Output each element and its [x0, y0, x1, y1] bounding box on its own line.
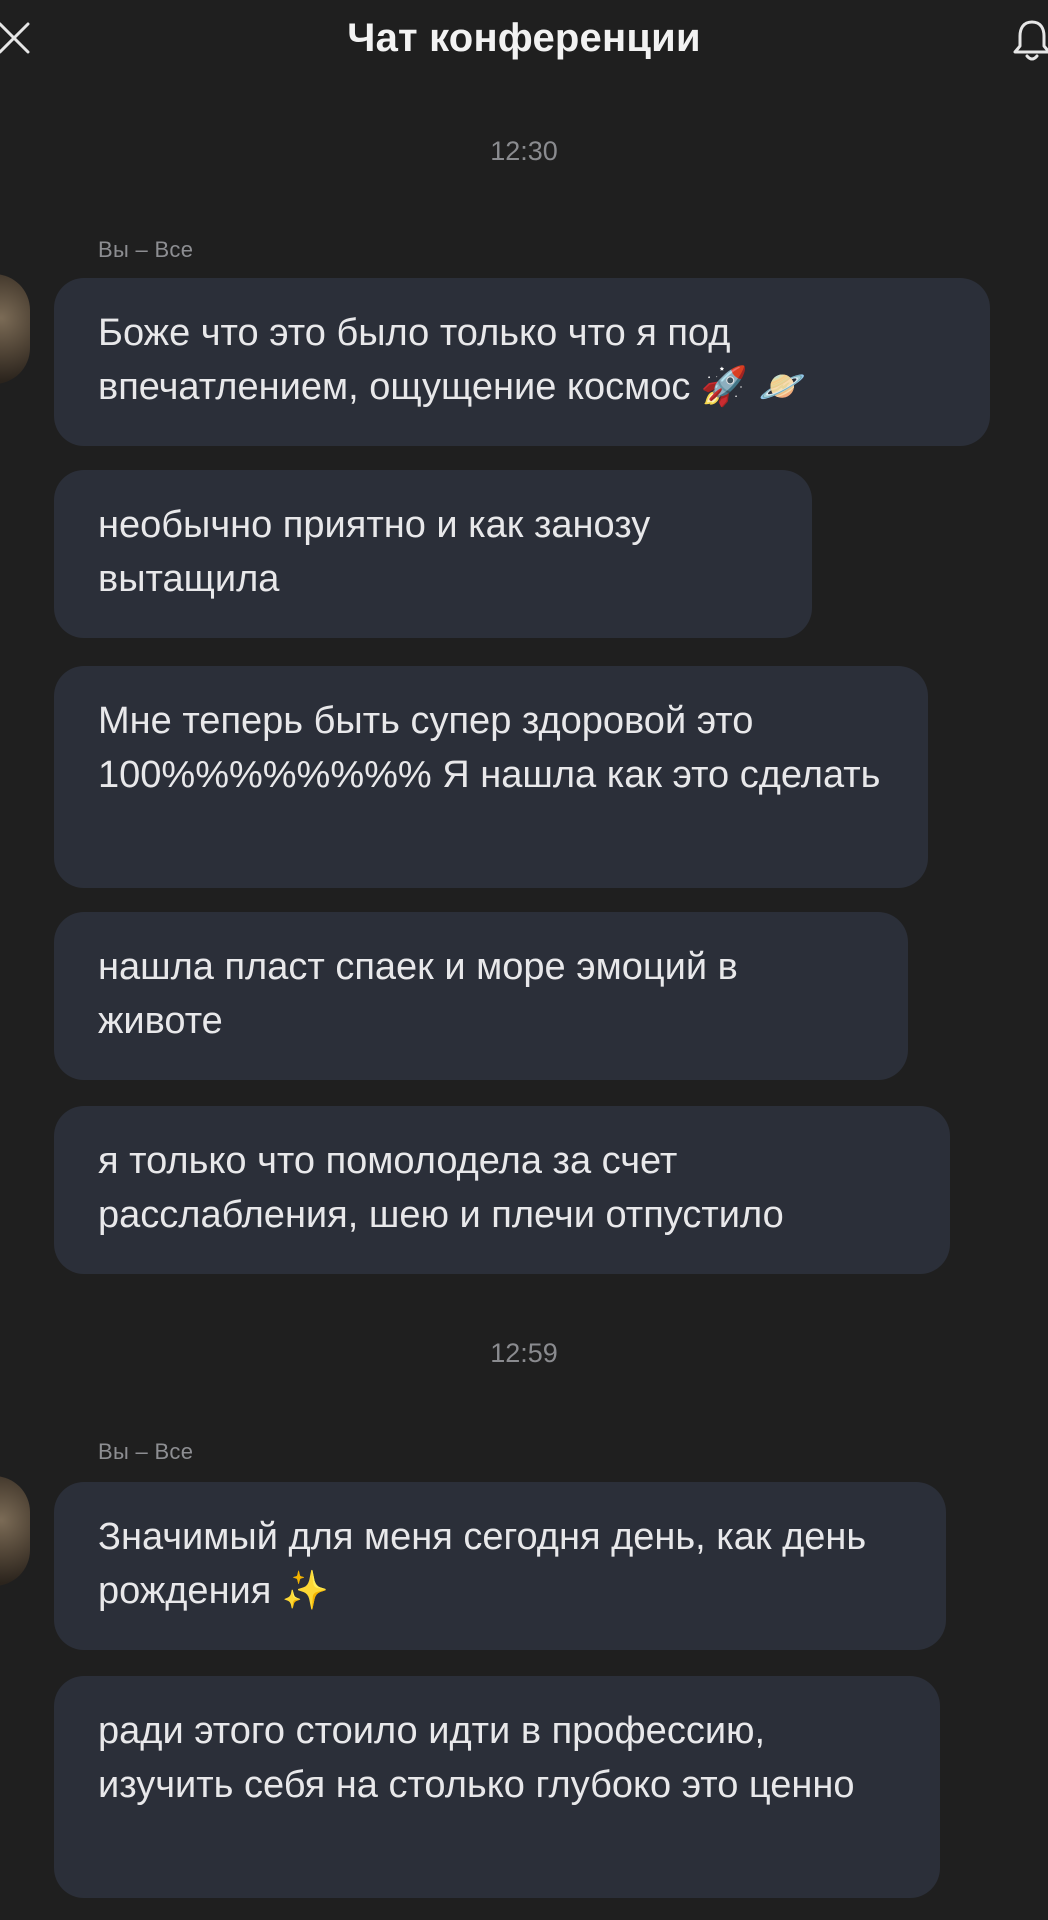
timestamp: 12:30 [490, 136, 558, 166]
message-bubble[interactable]: я только что помолодела за счет расслабл… [54, 1106, 950, 1274]
message-text: необычно приятно и как занозу вытащила [98, 504, 651, 600]
sender-label: Вы – Все [98, 1439, 194, 1464]
header: Чат конференции [0, 0, 1048, 90]
notifications-button[interactable] [1010, 16, 1048, 64]
message-bubble[interactable]: Боже что это было только что я под впеча… [54, 278, 990, 446]
bell-icon [1013, 20, 1048, 61]
message-text: Боже что это было только что я под впеча… [98, 312, 807, 408]
avatar [0, 274, 30, 384]
timestamp: 12:59 [490, 1338, 558, 1368]
sender-label: Вы – Все [98, 237, 194, 262]
message-bubble[interactable]: необычно приятно и как занозу вытащила [54, 470, 812, 638]
message-text: Мне теперь быть супер здоровой это 100%%… [98, 700, 881, 796]
message-text: нашла пласт спаек и море эмоций в животе [98, 946, 738, 1042]
message-bubble[interactable]: Значимый для меня сегодня день, как день… [54, 1482, 946, 1650]
message-text: ради этого стоило идти в профессию, изуч… [98, 1710, 855, 1806]
chat-screen: Чат конференции 12:30 Вы – Все Боже что … [0, 0, 1048, 1920]
message-text: Значимый для меня сегодня день, как день… [98, 1516, 867, 1612]
page-title: Чат конференции [347, 16, 701, 60]
avatar [0, 1476, 30, 1586]
message-bubble[interactable]: Мне теперь быть супер здоровой это 100%%… [54, 666, 928, 888]
message-bubble[interactable]: ради этого стоило идти в профессию, изуч… [54, 1676, 940, 1898]
message-bubble[interactable]: нашла пласт спаек и море эмоций в животе [54, 912, 908, 1080]
message-text: я только что помолодела за счет расслабл… [98, 1140, 784, 1236]
